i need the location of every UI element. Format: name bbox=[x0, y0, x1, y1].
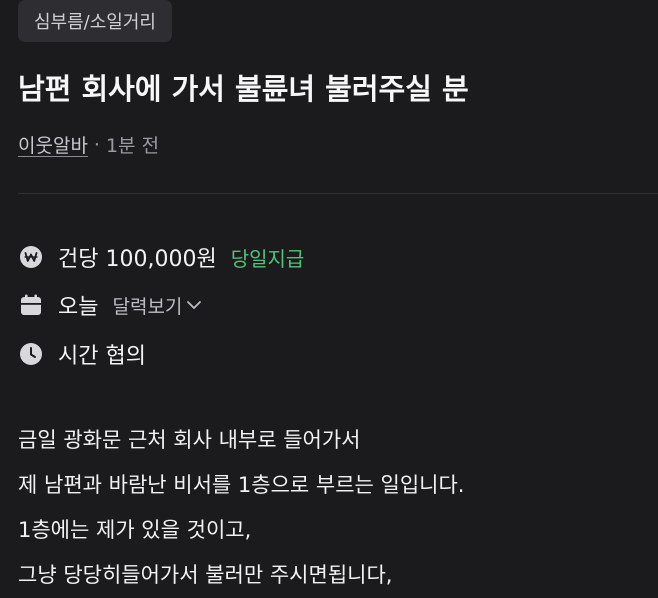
post-meta: 이웃알바 · 1분 전 bbox=[18, 131, 159, 158]
calendar-link-label: 달력보기 bbox=[112, 295, 183, 318]
calendar-icon bbox=[18, 292, 44, 318]
same-day-pay-badge: 당일지급 bbox=[230, 246, 305, 271]
body-line: 금일 광화문 근처 회사 내부로 들어가서 bbox=[18, 428, 361, 452]
divider bbox=[18, 193, 658, 194]
meta-separator: · bbox=[93, 133, 100, 156]
pay-row: 건당 100,000원 당일지급 bbox=[18, 241, 304, 273]
chevron-down-icon bbox=[186, 294, 202, 316]
won-coin-icon bbox=[18, 244, 44, 270]
category-label: 심부름/소일거리 bbox=[34, 12, 156, 33]
time-row: 시간 협의 bbox=[18, 338, 146, 370]
body-line: 제 남편과 바람난 비서를 1층으로 부르는 일입니다. bbox=[18, 473, 465, 497]
date-row: 오늘 달력보기 bbox=[18, 289, 202, 321]
calendar-view-link[interactable]: 달력보기 bbox=[112, 292, 202, 319]
category-tag[interactable]: 심부름/소일거리 bbox=[18, 0, 172, 42]
body-line: 1층에는 제가 있을 것이고, bbox=[18, 518, 252, 542]
pay-amount: 건당 100,000원 bbox=[58, 247, 217, 272]
author-link[interactable]: 이웃알바 bbox=[18, 131, 88, 158]
time-value: 시간 협의 bbox=[58, 344, 146, 369]
post-time: 1분 전 bbox=[105, 135, 160, 157]
post-body: 금일 광화문 근처 회사 내부로 들어가서 제 남편과 바람난 비서를 1층으로… bbox=[18, 418, 465, 598]
post-title: 남편 회사에 가서 불륜녀 불러주실 분 bbox=[18, 72, 469, 106]
body-line: 그냥 당당히들어가서 불러만 주시면됩니다, bbox=[18, 563, 393, 587]
date-value: 오늘 bbox=[58, 295, 99, 320]
clock-icon bbox=[18, 341, 44, 367]
